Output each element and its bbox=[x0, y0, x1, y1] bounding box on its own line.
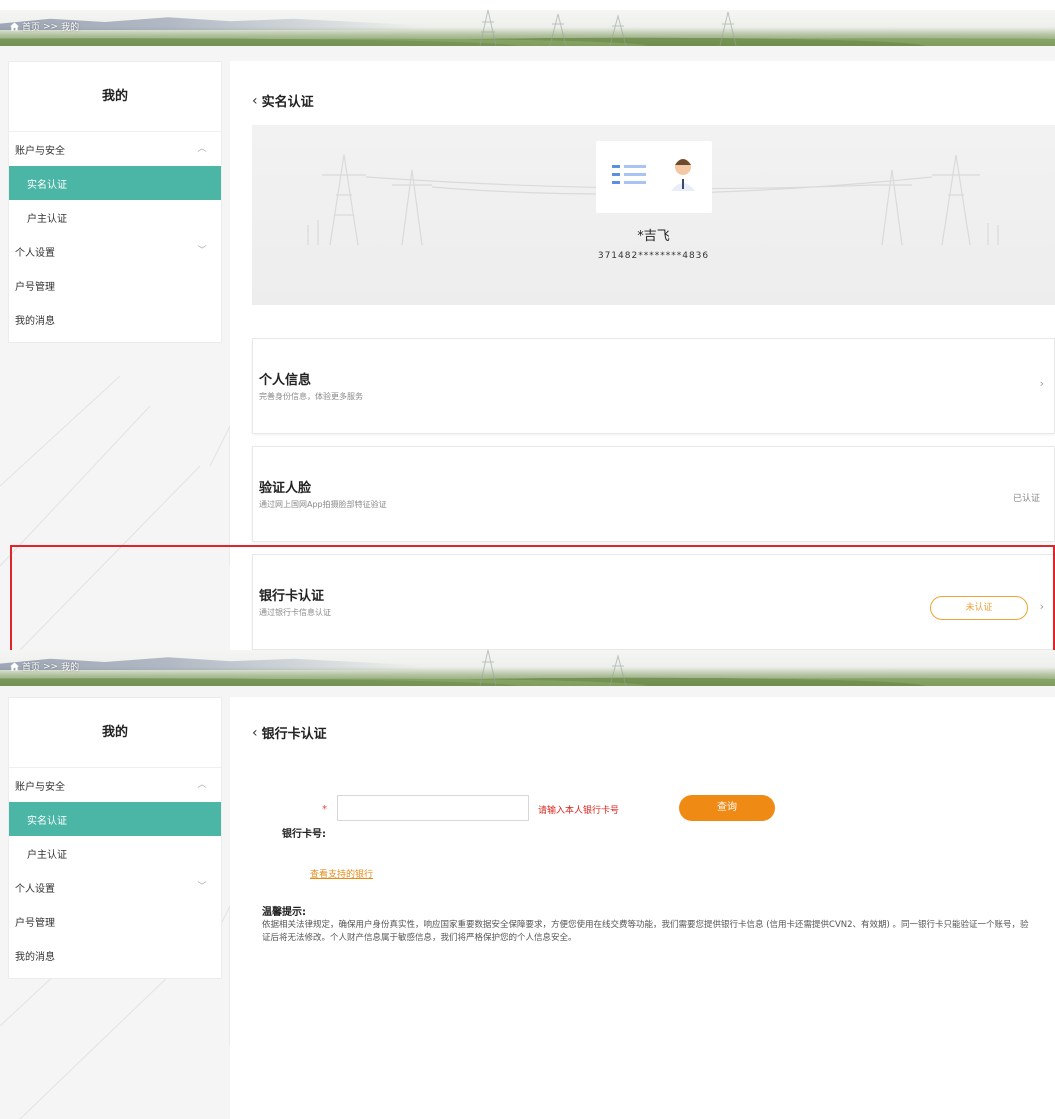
breadcrumb-current[interactable]: 我的 bbox=[61, 660, 79, 673]
chevron-up-icon: ︿ bbox=[197, 780, 207, 790]
card-personal-info[interactable]: 个人信息 完善身份信息，体验更多服务 › bbox=[252, 338, 1055, 434]
main-content-2: ‹ 银行卡认证 * 请输入本人银行卡号 查询 银行卡号: 查看支持的银行 温馨提… bbox=[230, 697, 1055, 1119]
home-icon[interactable] bbox=[10, 22, 19, 31]
card-title: 验证人脸 bbox=[259, 481, 312, 496]
id-card-illustration bbox=[596, 141, 712, 213]
sidebar-item-my-messages[interactable]: 我的消息 bbox=[9, 938, 221, 972]
sidebar-item-realname-auth[interactable]: 实名认证 bbox=[9, 802, 221, 836]
card-subtitle: 通过网上国网App拍摄脸部特征验证 bbox=[259, 500, 387, 509]
sidebar: 我的 账户与安全 ︿ 实名认证 户主认证 个人设置 ﹀ 户号管理 我的消息 bbox=[8, 61, 222, 343]
sidebar-title: 我的 bbox=[9, 698, 221, 768]
sidebar-item-account-security[interactable]: 账户与安全 ︿ bbox=[9, 768, 221, 802]
breadcrumb-home[interactable]: 首页 bbox=[22, 660, 40, 673]
breadcrumb-current[interactable]: 我的 bbox=[61, 20, 79, 33]
page-title: ‹ 实名认证 bbox=[252, 91, 314, 111]
identity-banner: *吉飞 371482********4836 bbox=[252, 125, 1055, 305]
sidebar-item-label: 账户与安全 bbox=[15, 781, 65, 793]
sidebar-item-label: 个人设置 bbox=[15, 247, 55, 259]
unverified-status-button[interactable]: 未认证 bbox=[930, 596, 1028, 620]
chevron-right-icon: › bbox=[1039, 377, 1044, 390]
query-button[interactable]: 查询 bbox=[679, 795, 775, 821]
breadcrumb: 首页 >> 我的 bbox=[10, 20, 79, 33]
top-banner-2: 首页 >> 我的 bbox=[0, 650, 1055, 686]
breadcrumb-separator: >> bbox=[43, 661, 59, 672]
card-subtitle: 通过银行卡信息认证 bbox=[259, 608, 331, 617]
sidebar-item-realname-auth[interactable]: 实名认证 bbox=[9, 166, 221, 200]
sidebar-item-label: 我的消息 bbox=[15, 951, 55, 963]
sidebar-item-account-security[interactable]: 账户与安全 ︿ bbox=[9, 132, 221, 166]
status-badge: 已认证 bbox=[1012, 494, 1040, 504]
back-arrow-icon[interactable]: ‹ bbox=[252, 725, 258, 741]
power-tower-illustration bbox=[479, 10, 737, 46]
sidebar-item-householder-auth[interactable]: 户主认证 bbox=[9, 836, 221, 870]
page-title: ‹ 银行卡认证 bbox=[252, 723, 327, 743]
card-face-verification[interactable]: 验证人脸 通过网上国网App拍摄脸部特征验证 已认证 bbox=[252, 446, 1055, 542]
sidebar-item-account-management[interactable]: 户号管理 bbox=[9, 904, 221, 938]
chevron-down-icon: ﹀ bbox=[197, 246, 207, 256]
sidebar-title: 我的 bbox=[9, 62, 221, 132]
card-subtitle: 完善身份信息，体验更多服务 bbox=[259, 392, 363, 401]
chevron-up-icon: ︿ bbox=[197, 144, 207, 154]
back-arrow-icon[interactable]: ‹ bbox=[252, 93, 258, 109]
home-icon[interactable] bbox=[10, 662, 19, 671]
required-mark: * bbox=[322, 804, 327, 815]
tips-title: 温馨提示: bbox=[262, 907, 306, 918]
user-id-number: 371482********4836 bbox=[597, 251, 710, 261]
page-title-text: 实名认证 bbox=[261, 95, 314, 110]
sidebar-item-label: 实名认证 bbox=[27, 815, 67, 827]
tips-text: 依据相关法律规定，确保用户身份真实性，响应国家重要数据安全保障要求，方便您使用在… bbox=[262, 920, 1029, 943]
sidebar-item-householder-auth[interactable]: 户主认证 bbox=[9, 200, 221, 234]
page-title-text: 银行卡认证 bbox=[261, 727, 327, 742]
sidebar-item-account-management[interactable]: 户号管理 bbox=[9, 268, 221, 302]
sidebar-item-personal-settings[interactable]: 个人设置 ﹀ bbox=[9, 234, 221, 268]
breadcrumb-home[interactable]: 首页 bbox=[22, 20, 40, 33]
chevron-right-icon: › bbox=[1039, 600, 1044, 613]
sidebar-item-my-messages[interactable]: 我的消息 bbox=[9, 302, 221, 336]
sidebar-item-label: 户号管理 bbox=[15, 917, 55, 929]
breadcrumb: 首页 >> 我的 bbox=[10, 660, 79, 673]
card-title: 银行卡认证 bbox=[259, 589, 325, 604]
card-title: 个人信息 bbox=[259, 373, 312, 388]
id-card-icon bbox=[612, 159, 695, 191]
top-banner: 首页 >> 我的 bbox=[0, 10, 1055, 46]
error-hint: 请输入本人银行卡号 bbox=[538, 806, 620, 816]
breadcrumb-separator: >> bbox=[43, 21, 59, 32]
sidebar-item-label: 实名认证 bbox=[27, 179, 67, 191]
chevron-down-icon: ﹀ bbox=[197, 882, 207, 892]
power-tower-illustration bbox=[479, 650, 627, 686]
sidebar-item-label: 账户与安全 bbox=[15, 145, 65, 157]
sidebar-item-label: 户号管理 bbox=[15, 281, 55, 293]
user-name: *吉飞 bbox=[637, 229, 670, 244]
sidebar-item-label: 个人设置 bbox=[15, 883, 55, 895]
main-content: ‹ 实名认证 *吉飞 371482********4836 个人信息 完善身份信… bbox=[230, 61, 1055, 651]
supported-banks-link[interactable]: 查看支持的银行 bbox=[310, 867, 373, 880]
sidebar-2: 我的 账户与安全 ︿ 实名认证 户主认证 个人设置 ﹀ 户号管理 我的消息 bbox=[8, 697, 222, 979]
sidebar-item-label: 我的消息 bbox=[15, 315, 55, 327]
sidebar-item-label: 户主认证 bbox=[27, 849, 67, 861]
sidebar-item-label: 户主认证 bbox=[27, 213, 67, 225]
bank-card-label: 银行卡号: bbox=[282, 829, 326, 840]
bank-card-input[interactable] bbox=[337, 795, 529, 821]
sidebar-item-personal-settings[interactable]: 个人设置 ﹀ bbox=[9, 870, 221, 904]
card-bank-card-auth[interactable]: 银行卡认证 通过银行卡信息认证 未认证 › bbox=[252, 554, 1055, 650]
